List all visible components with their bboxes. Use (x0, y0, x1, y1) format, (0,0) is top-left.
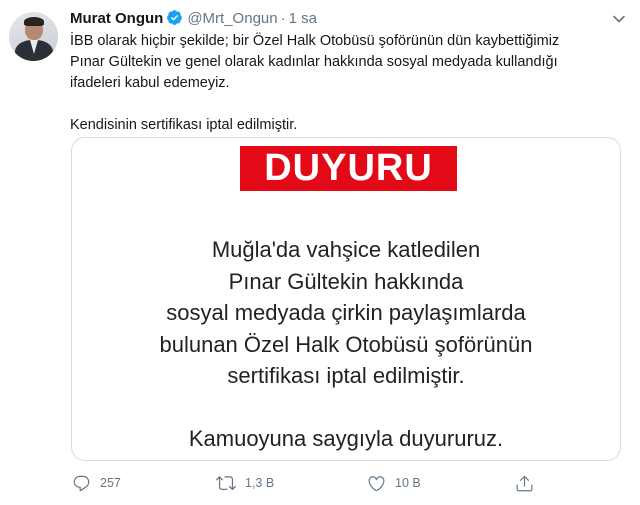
tweet[interactable]: Murat Ongun @Mrt_Ongun · 1 sa İBB olarak hi… (0, 0, 640, 505)
announcement-closing: Kamuoyuna saygıyla duyururuz. (188, 426, 504, 451)
tweet-text-followup: Kendisinin sertifikası iptal edilmiştir. (70, 117, 298, 133)
share-button[interactable] (515, 470, 543, 496)
share-icon (516, 475, 533, 491)
avatar[interactable] (9, 12, 58, 61)
announcement-line: Muğla'da vahşice katledilen (211, 237, 481, 262)
tweet-actions: 257 1,3 B 10 B (70, 470, 540, 496)
tweet-text-line: İBB olarak hiçbir şekilde; bir Özel Halk… (70, 33, 560, 49)
verified-badge-icon (166, 9, 183, 30)
chevron-down-icon[interactable] (612, 12, 626, 26)
tweet-text-line: Pınar Gültekin ve genel olarak kadınlar … (70, 54, 558, 70)
announcement-line: sosyal medyada çirkin paylaşımlarda (166, 300, 526, 325)
avatar-hair (24, 17, 44, 26)
reply-icon (73, 475, 90, 491)
tweet-image[interactable]: DUYURU Muğla'da vahşice katledilen Pınar… (71, 137, 621, 461)
heart-icon (368, 475, 385, 491)
announcement-line: Pınar Gültekin hakkında (228, 268, 464, 294)
like-button[interactable]: 10 B (367, 470, 421, 496)
tweet-text-line: ifadeleri kabul edemeyiz. (70, 75, 230, 91)
announcement-body: Muğla'da vahşice katledilen Pınar Gültek… (72, 234, 620, 392)
reply-button[interactable]: 257 (72, 470, 121, 496)
tweet-text: İBB olarak hiçbir şekilde; bir Özel Halk… (70, 31, 630, 136)
tweet-time[interactable]: 1 sa (289, 10, 317, 27)
announcement-line: bulunan Özel Halk Otobüsü şoförünün (159, 331, 533, 357)
retweet-count: 1,3 B (245, 476, 275, 490)
retweet-button[interactable]: 1,3 B (216, 470, 274, 496)
author-name[interactable]: Murat Ongun (70, 10, 163, 27)
announcement-line: sertifikası iptal edilmiştir. (227, 363, 465, 388)
announcement-banner: DUYURU (240, 146, 457, 191)
retweet-icon (216, 476, 236, 491)
meta-separator: · (280, 10, 286, 27)
like-count: 10 B (395, 476, 421, 490)
reply-count: 257 (100, 476, 121, 490)
tweet-header: Murat Ongun @Mrt_Ongun · 1 sa (70, 9, 317, 29)
author-handle[interactable]: @Mrt_Ongun (187, 10, 277, 27)
